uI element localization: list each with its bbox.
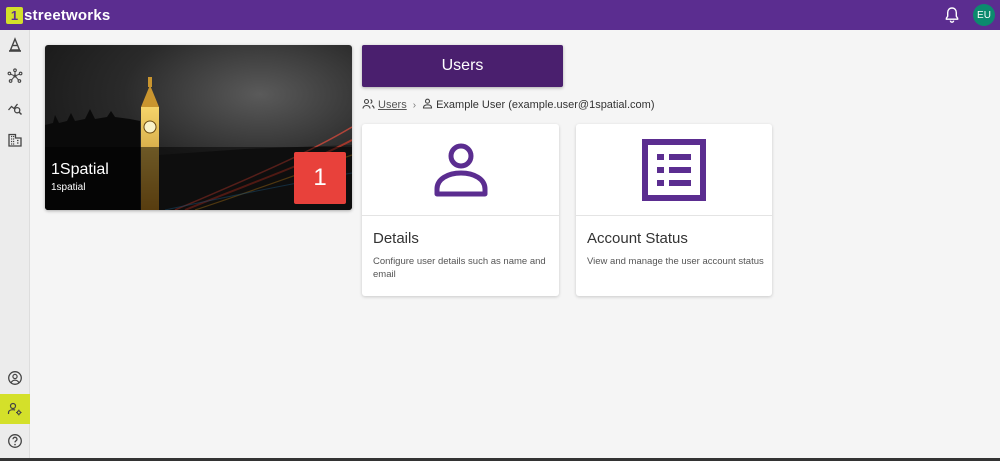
user-icon	[434, 143, 487, 196]
cone-icon[interactable]	[0, 30, 30, 60]
card-title: Account Status	[587, 230, 688, 247]
breadcrumb-separator: ›	[412, 99, 417, 111]
organisation-subtitle: 1spatial	[51, 182, 86, 193]
logo-text: streetworks	[24, 6, 111, 24]
breadcrumb-current: Example User (example.user@1spatial.com)	[436, 99, 655, 111]
account-circle-icon[interactable]	[0, 363, 30, 393]
bell-icon[interactable]	[944, 6, 960, 24]
breadcrumb-users-link[interactable]: Users	[378, 99, 407, 111]
logo-mark: 1	[6, 6, 23, 24]
organisation-name: 1Spatial	[51, 161, 109, 178]
users-group-icon	[362, 98, 375, 113]
help-icon[interactable]	[0, 426, 30, 456]
card-title: Details	[373, 230, 419, 247]
person-icon	[422, 98, 433, 112]
sidebar	[0, 30, 30, 458]
details-card[interactable]: Details Configure user details such as n…	[362, 124, 559, 296]
organisation-badge: 1	[294, 152, 346, 204]
analytics-search-icon[interactable]	[0, 93, 30, 123]
building-icon[interactable]	[0, 125, 30, 155]
top-bar: 1 streetworks EU	[0, 0, 1000, 30]
list-icon	[642, 138, 706, 201]
app-logo[interactable]: 1 streetworks	[6, 6, 111, 24]
card-description: Configure user details such as name and …	[373, 256, 546, 280]
avatar[interactable]: EU	[973, 4, 995, 26]
organisation-card[interactable]: 1Spatial 1spatial 1	[45, 45, 352, 210]
page-title: Users	[362, 45, 563, 87]
card-description: View and manage the user account status	[587, 256, 764, 267]
breadcrumb: Users › Example User (example.user@1spat…	[362, 98, 655, 112]
network-icon[interactable]	[0, 61, 30, 91]
account-status-card[interactable]: Account Status View and manage the user …	[576, 124, 772, 296]
user-settings-icon[interactable]	[0, 394, 30, 424]
